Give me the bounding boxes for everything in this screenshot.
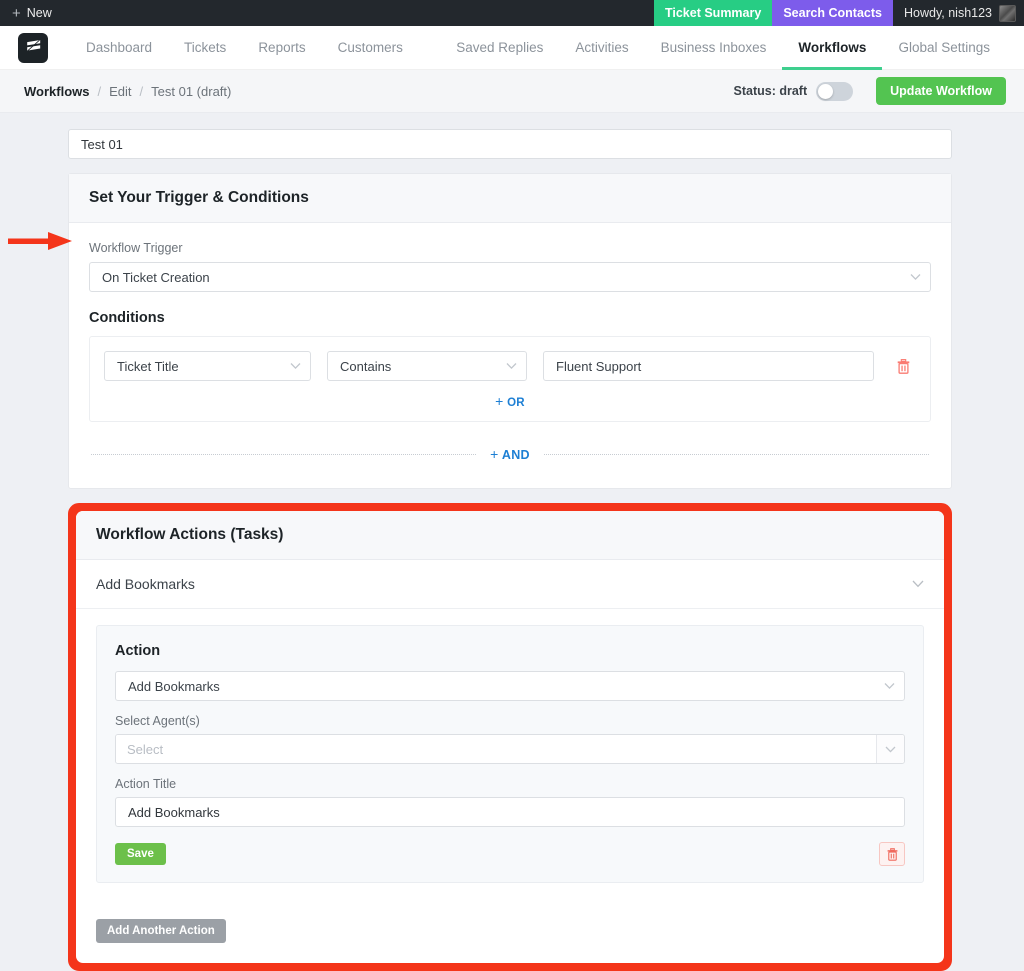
action-card-heading: Action	[115, 643, 161, 659]
divider-line-right	[543, 453, 929, 455]
condition-field-value: Ticket Title	[117, 358, 179, 374]
red-arrow-right-icon	[8, 230, 74, 252]
breadcrumb-separator-2: /	[139, 83, 144, 99]
chevron-down-icon	[290, 363, 301, 370]
workflow-name-input[interactable]	[68, 129, 952, 159]
breadcrumb-separator-1: /	[97, 83, 102, 99]
condition-value-input[interactable]: Fluent Support	[543, 351, 874, 381]
add-or-condition-row: + OR	[104, 381, 916, 413]
update-workflow-button[interactable]: Update Workflow	[876, 77, 1006, 105]
condition-field-select[interactable]: Ticket Title	[104, 351, 311, 381]
nav-item-reports[interactable]: Reports	[242, 27, 321, 70]
nav-item-saved-replies[interactable]: Saved Replies	[440, 27, 559, 70]
conditions-group: Ticket Title Contains Fluent Support + O…	[89, 336, 931, 422]
admin-bar-new-label: New	[26, 6, 52, 20]
status-controls: Status: draft Update Workflow	[734, 77, 1006, 105]
breadcrumb: Workflows / Edit / Test 01 (draft)	[24, 84, 231, 99]
breadcrumb-edit[interactable]: Edit	[109, 84, 131, 99]
admin-bar-search-contacts[interactable]: Search Contacts	[772, 0, 893, 26]
breadcrumb-root[interactable]: Workflows	[24, 84, 90, 99]
add-and-group-divider: + AND	[89, 422, 931, 472]
admin-bar-account-menu[interactable]: Howdy, nish123	[893, 0, 1024, 26]
action-card-buttons: Save	[115, 842, 905, 866]
breadcrumb-bar: Workflows / Edit / Test 01 (draft) Statu…	[0, 70, 1024, 113]
main-navigation: Dashboard Tickets Reports Customers Save…	[0, 26, 1024, 70]
select-agents-placeholder: Select	[116, 735, 877, 763]
nav-item-tickets[interactable]: Tickets	[168, 27, 242, 70]
add-or-label: OR	[507, 397, 525, 409]
trigger-conditions-panel: Set Your Trigger & Conditions Workflow T…	[68, 173, 952, 489]
fluent-support-logo-icon[interactable]	[18, 32, 48, 63]
chevron-down-icon	[506, 363, 517, 370]
select-agents-field[interactable]: Select	[115, 734, 905, 764]
action-type-select[interactable]: Add Bookmarks	[115, 671, 905, 701]
status-toggle[interactable]	[816, 81, 854, 101]
action-edit-card: Action Add Bookmarks Select Agent(s) Sel…	[96, 625, 924, 883]
nav-item-activities[interactable]: Activities	[559, 27, 644, 70]
plus-icon: +	[495, 393, 504, 409]
chevron-down-icon	[884, 683, 895, 690]
trigger-panel-heading: Set Your Trigger & Conditions	[69, 174, 951, 223]
nav-item-workflows[interactable]: Workflows	[782, 27, 883, 70]
action-title-input[interactable]	[115, 797, 905, 827]
plus-icon: +	[490, 446, 499, 462]
breadcrumb-current: Test 01 (draft)	[151, 83, 232, 99]
nav-item-customers[interactable]: Customers	[322, 27, 419, 70]
trigger-panel-body: Workflow Trigger On Ticket Creation Cond…	[69, 223, 951, 488]
condition-row: Ticket Title Contains Fluent Support	[104, 351, 916, 381]
nav-item-business-inboxes[interactable]: Business Inboxes	[645, 27, 783, 70]
actions-highlight-annotation: Workflow Actions (Tasks) Add Bookmarks A…	[68, 503, 952, 971]
admin-bar-ticket-summary[interactable]: Ticket Summary	[653, 0, 773, 26]
plus-icon: +	[12, 4, 21, 22]
chevron-down-icon	[910, 274, 921, 281]
add-or-condition-button[interactable]: + OR	[495, 393, 525, 409]
workflow-trigger-value: On Ticket Creation	[102, 269, 210, 285]
workflow-trigger-select[interactable]: On Ticket Creation	[89, 262, 931, 292]
divider-line-left	[91, 453, 477, 455]
admin-bar-new-button[interactable]: + New	[0, 0, 52, 26]
chevron-down-icon[interactable]	[877, 735, 904, 763]
condition-operator-value: Contains	[340, 358, 392, 374]
nav-left-group: Dashboard Tickets Reports Customers	[70, 26, 419, 69]
workflow-trigger-label: Workflow Trigger	[89, 241, 183, 255]
condition-operator-select[interactable]: Contains	[327, 351, 527, 381]
save-action-button[interactable]: Save	[115, 843, 166, 865]
chevron-down-icon	[912, 580, 924, 588]
nav-right-group: Saved Replies Activities Business Inboxe…	[440, 26, 1024, 70]
wp-admin-bar: + New Ticket Summary Search Contacts How…	[0, 0, 1024, 26]
page-content: Set Your Trigger & Conditions Workflow T…	[0, 113, 1024, 971]
delete-action-trash-icon[interactable]	[879, 842, 905, 866]
delete-condition-trash-icon[interactable]	[890, 358, 916, 374]
add-another-action-button[interactable]: Add Another Action	[96, 919, 226, 943]
admin-bar-spacer	[52, 0, 654, 26]
action-title-label: Action Title	[115, 777, 177, 791]
workflow-actions-panel: Workflow Actions (Tasks) Add Bookmarks A…	[76, 511, 944, 963]
howdy-label: Howdy, nish123	[903, 6, 992, 20]
nav-item-global-settings[interactable]: Global Settings	[882, 27, 1006, 70]
add-another-action-row: Add Another Action	[76, 901, 944, 963]
select-agents-label: Select Agent(s)	[115, 714, 200, 728]
status-toggle-knob	[818, 83, 834, 99]
avatar	[999, 4, 1016, 22]
action-type-value: Add Bookmarks	[128, 678, 220, 694]
action-accordion-title: Add Bookmarks	[96, 576, 195, 592]
add-and-label: AND	[501, 448, 530, 462]
conditions-label: Conditions	[89, 310, 165, 326]
action-accordion-header[interactable]: Add Bookmarks	[76, 560, 944, 609]
nav-item-dashboard[interactable]: Dashboard	[70, 27, 168, 70]
status-label: Status: draft	[733, 84, 808, 98]
actions-panel-heading: Workflow Actions (Tasks)	[76, 511, 944, 560]
add-and-group-button[interactable]: + AND	[490, 446, 530, 462]
